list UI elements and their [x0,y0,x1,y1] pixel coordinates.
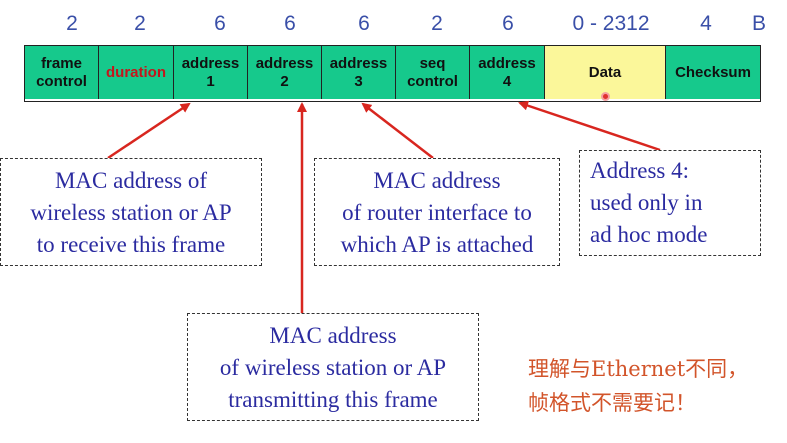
chinese-note: 理解与Ethernet不同， 帧格式不需要记！ [528,357,749,415]
callout-address-1: MAC address of wireless station or AP to… [0,158,262,266]
callout-address-4: Address 4: used only in ad hoc mode [579,150,761,256]
callout-address-3: MAC address of router interface to which… [314,158,560,266]
callout-address-2: MAC address of wireless station or AP tr… [187,313,479,421]
arrow-address-4 [518,100,661,152]
arrow-address-3 [361,102,434,159]
arrow-address-1 [107,102,191,160]
